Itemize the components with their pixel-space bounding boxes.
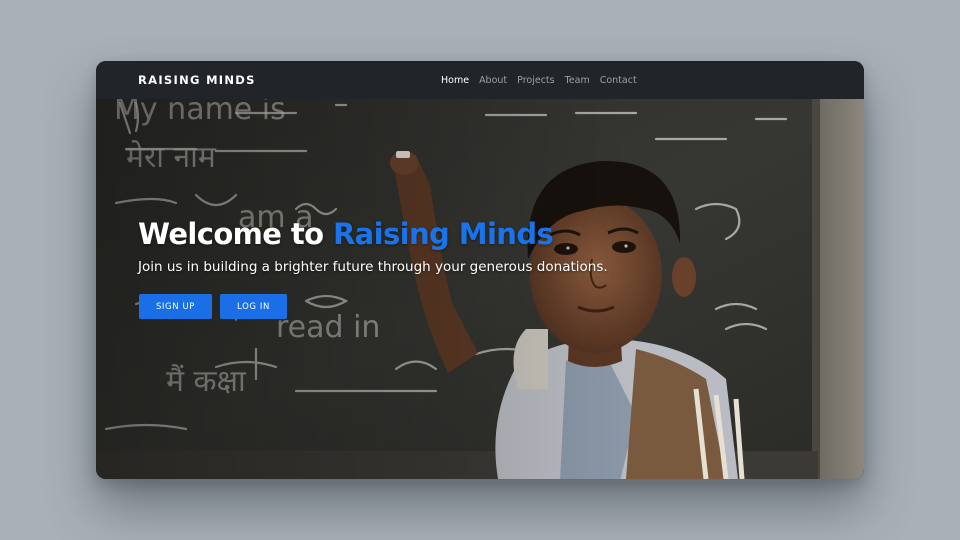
hero-overlay <box>96 99 864 479</box>
browser-window: RAISING MINDS Home About Projects Team C… <box>96 61 864 479</box>
nav-link-contact[interactable]: Contact <box>600 75 637 86</box>
hero-subtitle: Join us in building a brighter future th… <box>138 259 608 275</box>
hero-title-prefix: Welcome to <box>138 217 333 251</box>
signup-button[interactable]: SIGN UP <box>139 294 212 319</box>
hero-title: Welcome to Raising Minds <box>138 217 554 251</box>
nav-link-projects[interactable]: Projects <box>517 75 554 86</box>
navbar: RAISING MINDS Home About Projects Team C… <box>96 61 864 99</box>
hero-title-accent: Raising Minds <box>332 217 554 251</box>
nav-link-home[interactable]: Home <box>441 75 469 86</box>
nav-link-team[interactable]: Team <box>565 75 590 86</box>
login-button[interactable]: LOG IN <box>220 294 287 319</box>
hero-section: My name is मेरा नाम am a read in मैं कक्… <box>96 99 864 479</box>
nav-links: Home About Projects Team Contact <box>441 75 637 86</box>
brand-logo[interactable]: RAISING MINDS <box>138 73 256 87</box>
nav-link-about[interactable]: About <box>479 75 507 86</box>
